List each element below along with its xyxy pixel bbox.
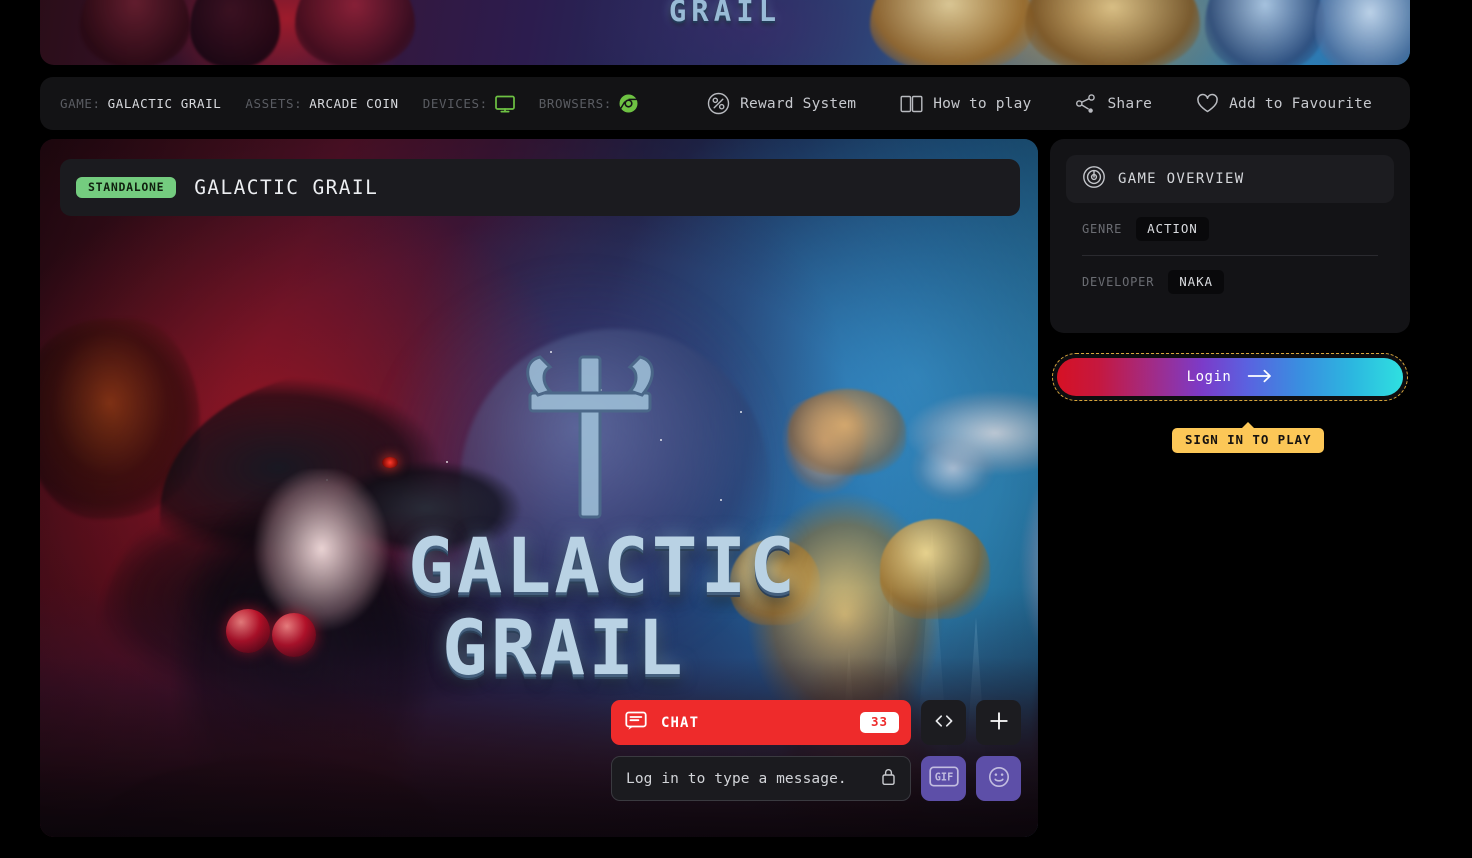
- how-to-play-button[interactable]: How to play: [900, 94, 1031, 114]
- banner-logo-text: GALACTIC GRAIL: [40, 0, 1410, 26]
- chat-message-input[interactable]: Log in to type a message.: [611, 756, 911, 801]
- book-open-icon: [900, 94, 923, 114]
- spec-row-developer: Developer NAKA: [1066, 256, 1394, 308]
- plus-icon: [989, 711, 1009, 735]
- chat-panel: CHAT 33 Log in to type a message. GIF: [611, 700, 1021, 812]
- artwork-title-line2: GRAIL: [442, 603, 686, 692]
- chat-input-row: Log in to type a message. GIF: [611, 756, 1021, 801]
- share-button[interactable]: Share: [1075, 93, 1152, 115]
- meta-assets: Assets: Arcade Coin: [245, 96, 398, 111]
- spec-value-developer: NAKA: [1168, 269, 1224, 295]
- chat-input-placeholder: Log in to type a message.: [626, 770, 847, 787]
- meta-browsers: Browsers:: [539, 94, 638, 113]
- game-overview-header: GAME OVERVIEW: [1066, 155, 1394, 203]
- chat-gif-button[interactable]: GIF: [921, 756, 966, 801]
- meta-game-value: Galactic Grail: [107, 96, 222, 111]
- artwork-dragon-eye: [382, 457, 398, 468]
- meta-assets-label: Assets:: [245, 96, 303, 111]
- meta-devices: Devices:: [423, 95, 515, 113]
- artwork-knight-hair: [788, 389, 906, 475]
- chat-count-badge: 33: [859, 712, 899, 733]
- add-to-favourite-button[interactable]: Add to Favourite: [1196, 93, 1372, 114]
- meta-game: Game: Galactic Grail: [60, 96, 221, 111]
- meta-browsers-label: Browsers:: [538, 96, 612, 111]
- svg-text:GIF: GIF: [934, 773, 952, 784]
- login-button-surface: Login: [1057, 358, 1403, 396]
- banner-logo-line2: GRAIL: [668, 0, 782, 28]
- chat-header-row: CHAT 33: [611, 700, 1021, 745]
- artwork-title-line1: GALACTIC: [408, 521, 799, 610]
- chrome-icon: [619, 94, 638, 113]
- login-button[interactable]: Login: [1052, 353, 1408, 401]
- chat-label: CHAT: [661, 714, 700, 731]
- reward-system-label: Reward System: [740, 95, 857, 112]
- chat-emoji-button[interactable]: [976, 756, 1021, 801]
- spec-key-developer: Developer: [1082, 275, 1155, 289]
- meta-devices-label: Devices:: [422, 96, 488, 111]
- toolbar-meta-group: Game: Galactic Grail Assets: Arcade Coin…: [40, 94, 638, 113]
- sign-in-tooltip: SIGN IN TO PLAY: [1172, 428, 1325, 453]
- chat-add-button[interactable]: [976, 700, 1021, 745]
- gif-icon: GIF: [928, 766, 959, 791]
- page-title: GALACTIC GRAIL: [194, 176, 379, 199]
- percent-circle-icon: [707, 92, 730, 115]
- artwork-title-lockup: GALACTIC GRAIL: [408, 525, 795, 692]
- target-radar-icon: [1082, 165, 1106, 193]
- standalone-badge: STANDALONE: [76, 176, 177, 199]
- smiley-icon: [988, 766, 1010, 792]
- heart-icon: [1196, 93, 1219, 114]
- artwork-emblem-icon: [526, 355, 654, 519]
- game-overview-title: GAME OVERVIEW: [1118, 171, 1245, 187]
- game-detail-page: GALACTIC GRAIL Game: Galactic Grail Asse…: [0, 0, 1472, 858]
- game-overview-panel: GAME OVERVIEW Genre ACTION Developer NAK…: [1050, 139, 1410, 333]
- meta-assets-value: Arcade Coin: [309, 96, 399, 111]
- share-label: Share: [1107, 95, 1153, 112]
- how-to-play-label: How to play: [933, 95, 1032, 112]
- game-info-toolbar: Game: Galactic Grail Assets: Arcade Coin…: [40, 77, 1410, 130]
- code-brackets-icon: [933, 713, 955, 732]
- hero-banner: GALACTIC GRAIL: [40, 0, 1410, 65]
- arrow-right-icon: [1247, 368, 1273, 387]
- lock-icon: [881, 767, 896, 790]
- stage-title-bar: STANDALONE GALACTIC GRAIL: [60, 159, 1020, 216]
- chat-collapse-button[interactable]: [921, 700, 966, 745]
- add-to-favourite-label: Add to Favourite: [1229, 95, 1372, 112]
- login-button-label: Login: [1186, 369, 1232, 385]
- chat-bubble-icon: [625, 711, 647, 735]
- toolbar-actions-group: Reward System How to play Share Add to F…: [707, 92, 1410, 115]
- reward-system-button[interactable]: Reward System: [707, 92, 856, 115]
- monitor-icon: [494, 95, 515, 113]
- share-nodes-icon: [1075, 93, 1097, 115]
- spec-value-genre: ACTION: [1136, 216, 1209, 242]
- spec-key-genre: Genre: [1082, 222, 1123, 236]
- meta-game-label: Game:: [60, 96, 101, 111]
- chat-header[interactable]: CHAT 33: [611, 700, 911, 745]
- spec-row-genre: Genre ACTION: [1066, 203, 1394, 255]
